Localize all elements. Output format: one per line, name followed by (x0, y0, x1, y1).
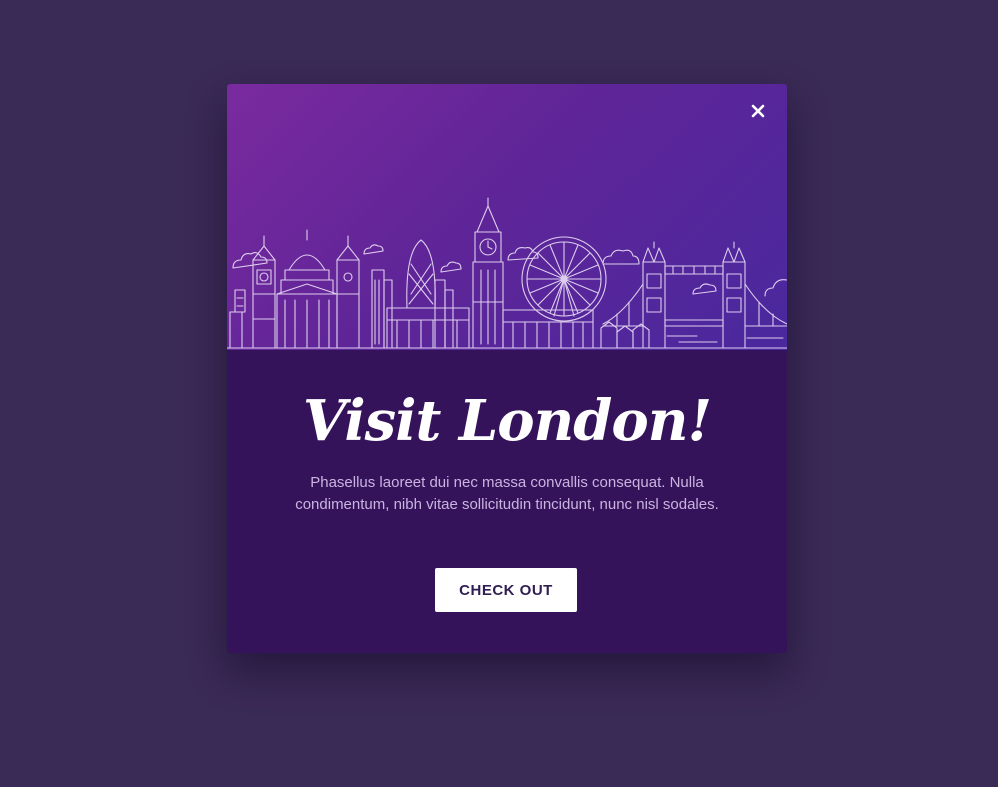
check-out-button[interactable]: CHECK OUT (435, 568, 577, 612)
popup-description: Phasellus laoreet dui nec massa convalli… (295, 474, 719, 513)
popup-body: Visit London! Phasellus laoreet dui nec … (227, 350, 787, 653)
london-skyline-illustration (227, 197, 787, 349)
close-button[interactable] (747, 100, 769, 122)
close-icon (751, 104, 765, 118)
popup-title: Visit London! (302, 388, 712, 454)
hero-banner (227, 84, 787, 350)
popup-modal: Visit London! Phasellus laoreet dui nec … (227, 84, 787, 653)
